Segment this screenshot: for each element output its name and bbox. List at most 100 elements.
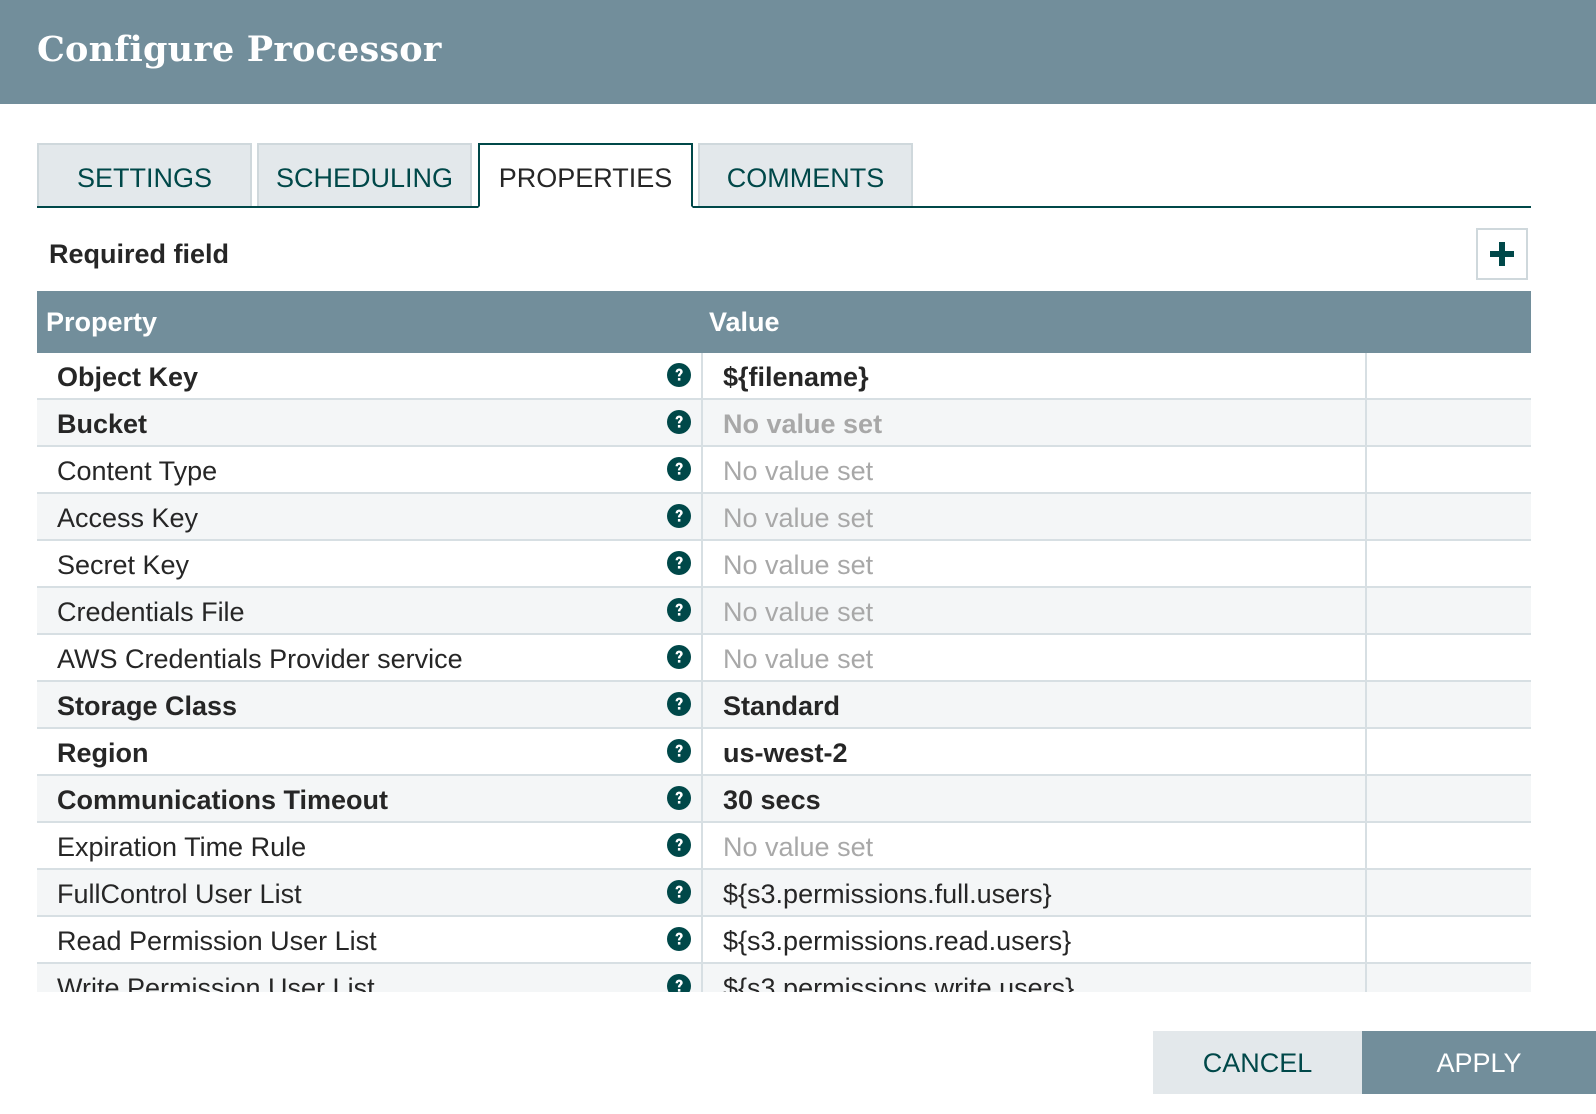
tab-scheduling[interactable]: SCHEDULING	[257, 143, 472, 206]
help-icon[interactable]	[667, 410, 691, 434]
property-value[interactable]: No value set	[723, 409, 882, 440]
column-divider	[1365, 729, 1367, 776]
property-name: Access Key	[57, 503, 199, 533]
column-divider	[701, 917, 703, 964]
property-value[interactable]: No value set	[723, 644, 873, 675]
table-row[interactable]: Communications Timeout 30 secs	[37, 776, 1531, 823]
help-icon[interactable]	[667, 504, 691, 528]
help-icon[interactable]	[667, 598, 691, 622]
required-field-label: Required field	[49, 239, 230, 269]
plus-icon	[1490, 242, 1514, 266]
column-divider	[1365, 776, 1367, 823]
column-divider	[1365, 588, 1367, 635]
table-row[interactable]: Access Key No value set	[37, 494, 1531, 541]
table-row[interactable]: Secret Key No value set	[37, 541, 1531, 588]
tab-bar: SETTINGS SCHEDULING PROPERTIES COMMENTS	[37, 143, 1531, 208]
table-row[interactable]: Expiration Time Rule No value set	[37, 823, 1531, 870]
property-value[interactable]: No value set	[723, 503, 873, 534]
column-divider	[701, 588, 703, 635]
table-row[interactable]: Credentials File No value set	[37, 588, 1531, 635]
help-icon[interactable]	[667, 457, 691, 481]
column-divider	[701, 353, 703, 400]
column-header-value: Value	[709, 307, 780, 337]
column-divider	[1365, 917, 1367, 964]
column-divider	[701, 635, 703, 682]
help-icon[interactable]	[667, 833, 691, 857]
property-value[interactable]: 30 secs	[723, 785, 821, 816]
properties-table: Property Value Object Key ${filename} Buck…	[37, 291, 1531, 992]
help-icon[interactable]	[667, 551, 691, 575]
property-value[interactable]: No value set	[723, 597, 873, 628]
table-row[interactable]: Content Type No value set	[37, 447, 1531, 494]
table-body: Object Key ${filename} Bucket No value set C…	[37, 353, 1531, 992]
table-row[interactable]: AWS Credentials Provider service No value…	[37, 635, 1531, 682]
column-divider	[1365, 353, 1367, 400]
help-icon[interactable]	[667, 739, 691, 763]
column-divider	[701, 776, 703, 823]
help-icon[interactable]	[667, 645, 691, 669]
apply-button[interactable]: APPLY	[1362, 1031, 1596, 1094]
column-divider	[1365, 541, 1367, 588]
property-name: Expiration Time Rule	[57, 832, 307, 862]
table-row[interactable]: Region us-west-2	[37, 729, 1531, 776]
property-value[interactable]: ${s3.permissions.full.users}	[723, 879, 1052, 910]
property-name: Region	[57, 738, 149, 768]
add-property-button[interactable]	[1476, 228, 1528, 280]
column-divider	[701, 682, 703, 729]
column-divider	[1365, 964, 1367, 992]
column-divider	[701, 823, 703, 870]
property-name: Write Permission User List	[57, 973, 375, 992]
column-divider	[701, 400, 703, 447]
column-divider	[1365, 823, 1367, 870]
property-value[interactable]: ${s3.permissions.read.users}	[723, 926, 1071, 957]
cancel-button[interactable]: CANCEL	[1153, 1031, 1362, 1094]
column-divider	[1365, 870, 1367, 917]
property-name: AWS Credentials Provider service	[57, 644, 463, 674]
property-value[interactable]: No value set	[723, 832, 873, 863]
tab-settings[interactable]: SETTINGS	[37, 143, 252, 206]
column-header-property: Property	[46, 307, 158, 337]
property-value[interactable]: No value set	[723, 550, 873, 581]
table-row[interactable]: Write Permission User List ${s3.permissio…	[37, 964, 1531, 992]
table-row[interactable]: Bucket No value set	[37, 400, 1531, 447]
property-name: FullControl User List	[57, 879, 302, 909]
tab-comments[interactable]: COMMENTS	[698, 143, 913, 206]
column-divider	[701, 541, 703, 588]
help-icon[interactable]	[667, 363, 691, 387]
column-divider	[701, 870, 703, 917]
help-icon[interactable]	[667, 927, 691, 951]
property-name: Read Permission User List	[57, 926, 377, 956]
tab-properties[interactable]: PROPERTIES	[478, 143, 693, 208]
help-icon[interactable]	[667, 692, 691, 716]
property-value[interactable]: ${filename}	[723, 362, 869, 393]
dialog-header: Configure Processor	[0, 0, 1596, 104]
property-name: Secret Key	[57, 550, 190, 580]
column-divider	[1365, 635, 1367, 682]
table-row[interactable]: FullControl User List ${s3.permissions.fu…	[37, 870, 1531, 917]
property-value[interactable]: ${s3.permissions.write.users}	[723, 973, 1074, 992]
column-divider	[1365, 447, 1367, 494]
property-value[interactable]: No value set	[723, 456, 873, 487]
property-name: Object Key	[57, 362, 199, 392]
table-row[interactable]: Read Permission User List ${s3.permission…	[37, 917, 1531, 964]
column-divider	[1365, 494, 1367, 541]
column-divider	[701, 729, 703, 776]
column-divider	[701, 964, 703, 992]
property-name: Communications Timeout	[57, 785, 389, 815]
dialog-title: Configure Processor	[37, 29, 442, 70]
table-row[interactable]: Object Key ${filename}	[37, 353, 1531, 400]
column-divider	[1365, 682, 1367, 729]
help-icon[interactable]	[667, 974, 691, 992]
property-name: Bucket	[57, 409, 148, 439]
table-header: Property Value	[37, 291, 1531, 353]
help-icon[interactable]	[667, 880, 691, 904]
property-value[interactable]: Standard	[723, 691, 840, 722]
property-name: Storage Class	[57, 691, 238, 721]
help-icon[interactable]	[667, 786, 691, 810]
column-divider	[701, 494, 703, 541]
column-divider	[701, 447, 703, 494]
column-divider	[1365, 400, 1367, 447]
table-row[interactable]: Storage Class Standard	[37, 682, 1531, 729]
property-name: Content Type	[57, 456, 218, 486]
property-value[interactable]: us-west-2	[723, 738, 848, 769]
